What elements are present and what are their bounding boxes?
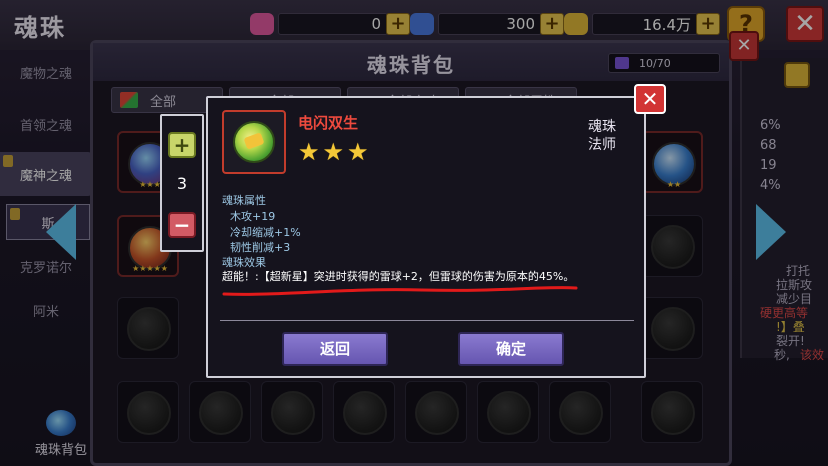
soul-detail-dialog: ✕ 电闪双生 ★ ★ ★ 魂珠 法师 魂珠属性 木攻+19 冷却缩减+1% 韧性… (206, 84, 666, 378)
quantity-value: 3 (176, 174, 188, 193)
effect-description: 超能！:【超新星】突进时获得的雷球+2，但雷球的伤害为原本的45%。 (222, 270, 575, 283)
star-icon: ★ (322, 138, 345, 166)
close-dialog-button[interactable]: ✕ (634, 84, 666, 114)
category-class: 法师 (588, 137, 616, 153)
confirm-button[interactable]: 确定 (458, 332, 564, 366)
star-rating: ★ ★ ★ (298, 138, 372, 166)
star-icon: ★ (347, 138, 369, 166)
attributes-heading: 魂珠属性 (222, 194, 266, 207)
quantity-stepper: + 3 − (160, 114, 204, 252)
attribute-line: 韧性削减+3 (230, 241, 291, 254)
red-underline-annotation (222, 286, 578, 296)
attribute-line: 木攻+19 (230, 210, 276, 223)
increase-quantity-button[interactable]: + (168, 132, 196, 158)
soul-item-frame (222, 110, 286, 174)
back-button[interactable]: 返回 (282, 332, 388, 366)
soul-item-name: 电闪双生 (298, 114, 359, 132)
divider (220, 320, 634, 321)
decrease-quantity-button[interactable]: − (168, 212, 196, 238)
star-icon: ★ (298, 138, 320, 166)
category-type: 魂珠 (588, 119, 616, 135)
lightning-soul-orb-icon (233, 121, 275, 163)
attribute-line: 冷却缩减+1% (230, 226, 301, 239)
soul-category: 魂珠 法师 (588, 118, 616, 154)
